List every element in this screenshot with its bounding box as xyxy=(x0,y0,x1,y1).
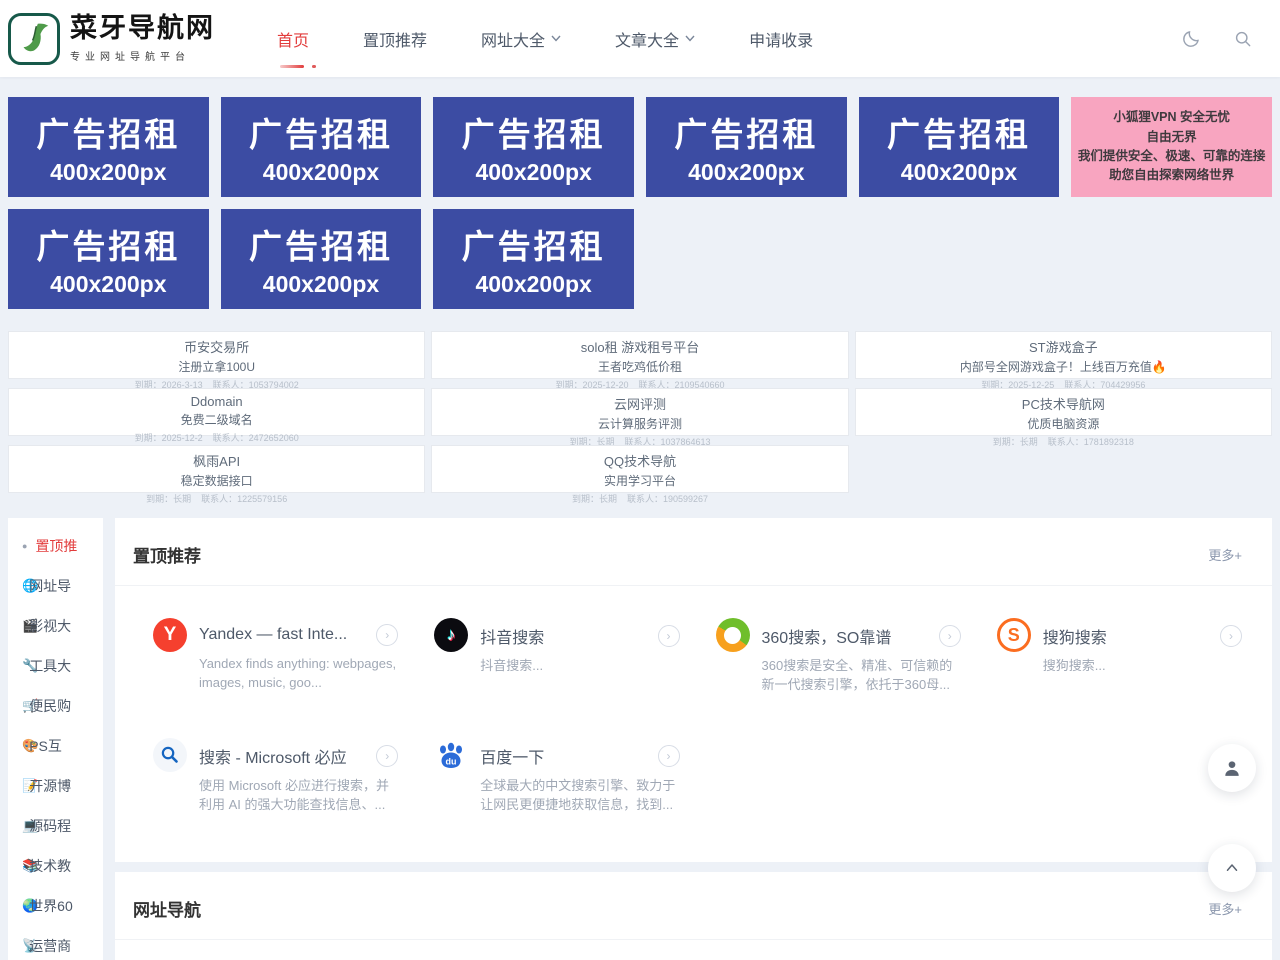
section-title: 置顶推荐 xyxy=(133,542,201,567)
sidebar-item-tutorials[interactable]: 📚 技术教 xyxy=(8,846,103,886)
sogou-icon: S xyxy=(997,618,1031,652)
header: 菜牙导航网 专业网址导航平台 首页 置顶推荐 网址大全 文章大全 申请收录 xyxy=(0,0,1280,77)
site-title: 菜牙导航网 xyxy=(70,14,215,44)
search-icon[interactable] xyxy=(1232,28,1254,50)
ad-banner[interactable]: 广告招租 400x200px xyxy=(433,97,634,197)
sidebar-item-carrier[interactable]: 📡 运营商 xyxy=(8,926,103,960)
more-link[interactable]: 更多+ xyxy=(1208,545,1242,564)
main-nav: 首页 置顶推荐 网址大全 文章大全 申请收录 xyxy=(277,27,813,51)
chevron-right-icon: › xyxy=(658,625,680,647)
yandex-icon: Y xyxy=(153,618,187,652)
nav-home[interactable]: 首页 xyxy=(277,27,309,51)
ad-banner[interactable]: 广告招租 400x200px xyxy=(221,97,422,197)
dark-mode-moon-icon[interactable] xyxy=(1180,28,1202,50)
sidebar-item-ps[interactable]: 🎨 PS互 xyxy=(8,726,103,766)
user-fab-button[interactable] xyxy=(1208,744,1256,792)
text-ad[interactable]: QQ技术导航 实用学习平台 到期：长期联系人：190599267 xyxy=(431,445,848,493)
site-card-360[interactable]: 360搜索，SO靠谱 › 360搜索是安全、精准、可信赖的新一代搜索引擎，依托于… xyxy=(694,618,975,718)
svg-text:du: du xyxy=(446,757,457,767)
bullet-icon: ● xyxy=(22,541,27,551)
chevron-down-icon xyxy=(685,35,695,42)
pinned-section: 置顶推荐 更多+ Y Yandex — fast Inte... › Yande… xyxy=(115,518,1272,862)
nav-pinned[interactable]: 置顶推荐 xyxy=(363,27,427,51)
section-title: 网址导航 xyxy=(133,896,201,921)
site-card-douyin[interactable]: ♪ 抖音搜索 › 抖音搜索... xyxy=(412,618,693,718)
site-logo[interactable]: 菜牙导航网 专业网址导航平台 xyxy=(8,13,215,65)
sidebar-item-sites[interactable]: 🌐 网址导 xyxy=(8,566,103,606)
chevron-right-icon: › xyxy=(376,745,398,767)
logo-sprout-icon xyxy=(8,13,60,65)
site-card-yandex[interactable]: Y Yandex — fast Inte... › Yandex finds a… xyxy=(131,618,412,718)
text-ad[interactable]: PC技术导航网 优质电脑资源 到期：长期联系人：1781892318 xyxy=(855,388,1272,436)
sidebar-item-shopping[interactable]: 🛒 便民购 xyxy=(8,686,103,726)
ad-banner[interactable]: 广告招租 400x200px xyxy=(221,209,422,309)
category-sidebar: ● 置顶推 🌐 网址导 🎬 影视大 🔧 工具大 🛒 便民购 🎨 PS互 📝 开源… xyxy=(8,518,103,960)
ad-banner[interactable]: 广告招租 400x200px xyxy=(8,97,209,197)
bing-magnifier-icon xyxy=(153,738,187,772)
chevron-up-icon xyxy=(1223,859,1241,877)
text-ad[interactable]: 枫雨API 稳定数据接口 到期：长期联系人：1225579156 xyxy=(8,445,425,493)
sidebar-item-pinned[interactable]: ● 置顶推 xyxy=(8,526,103,566)
sidebar-item-tools[interactable]: 🔧 工具大 xyxy=(8,646,103,686)
douyin-icon: ♪ xyxy=(434,618,468,652)
more-link[interactable]: 更多+ xyxy=(1208,899,1242,918)
site-card-sogou[interactable]: S 搜狗搜索 › 搜狗搜索... xyxy=(975,618,1256,718)
nav-submit[interactable]: 申请收录 xyxy=(749,27,813,51)
site-card-bing[interactable]: 搜索 - Microsoft 必应 › 使用 Microsoft 必应进行搜索，… xyxy=(131,738,412,838)
chevron-right-icon: › xyxy=(939,625,961,647)
nav-articles[interactable]: 文章大全 xyxy=(615,27,695,51)
text-ad-grid: 币安交易所 注册立拿100U 到期：2026-3-13联系人：105379400… xyxy=(8,331,1272,493)
ad-banner[interactable]: 广告招租 400x200px xyxy=(859,97,1060,197)
text-ad[interactable]: 云网评测 云计算服务评测 到期：长期联系人：1037864613 xyxy=(431,388,848,436)
ad-banner[interactable]: 广告招租 400x200px xyxy=(433,209,634,309)
scroll-top-button[interactable] xyxy=(1208,844,1256,892)
sidebar-item-world60[interactable]: 🌏 世界60 xyxy=(8,886,103,926)
ad-banner[interactable]: 广告招租 400x200px xyxy=(8,209,209,309)
vpn-ad-banner[interactable]: 小狐狸VPN 安全无忧 自由无界 我们提供安全、极速、可靠的连接 助您自由探索网… xyxy=(1071,97,1272,197)
site-subtitle: 专业网址导航平台 xyxy=(70,48,215,63)
user-icon xyxy=(1222,758,1242,778)
ad-banner[interactable]: 广告招租 400x200px xyxy=(646,97,847,197)
sidebar-item-opensource[interactable]: 📝 开源博 xyxy=(8,766,103,806)
text-ad[interactable]: ST游戏盒子 内部号全网游戏盒子！上线百万充值🔥 到期：2025-12-25联系… xyxy=(855,331,1272,379)
text-ad[interactable]: 币安交易所 注册立拿100U 到期：2026-3-13联系人：105379400… xyxy=(8,331,425,379)
site-card-baidu[interactable]: du 百度一下 › 全球最大的中文搜索引擎、致力于让网民更便捷地获取信息，找到.… xyxy=(412,738,693,838)
sidebar-item-movies[interactable]: 🎬 影视大 xyxy=(8,606,103,646)
ad-banner-grid: 广告招租 400x200px 广告招租 400x200px 广告招租 400x2… xyxy=(8,97,1272,309)
chevron-right-icon: › xyxy=(1220,625,1242,647)
360-search-icon xyxy=(716,618,750,652)
text-ad[interactable]: Ddomain 免费二级域名 到期：2025-12-2联系人：247265206… xyxy=(8,388,425,436)
text-ad[interactable]: solo租 游戏租号平台 王者吃鸡低价租 到期：2025-12-20联系人：21… xyxy=(431,331,848,379)
sidebar-item-sourcecode[interactable]: 💻 源码程 xyxy=(8,806,103,846)
chevron-right-icon: › xyxy=(658,745,680,767)
chevron-down-icon xyxy=(551,35,561,42)
baidu-paw-icon: du xyxy=(434,738,468,772)
active-underline xyxy=(280,65,304,68)
nav-sites[interactable]: 网址大全 xyxy=(481,27,561,51)
sites-section: 网址导航 更多+ xyxy=(115,872,1272,960)
chevron-right-icon: › xyxy=(376,624,398,646)
